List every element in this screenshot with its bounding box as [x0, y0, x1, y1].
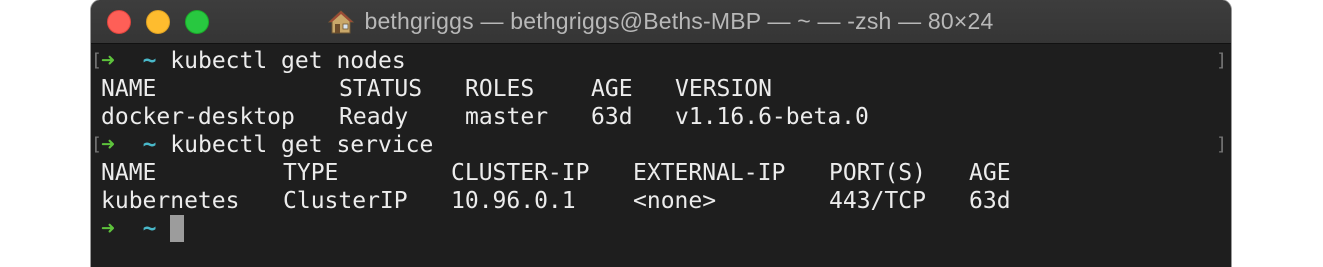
table-header-row: NAME TYPE CLUSTER-IP EXTERNAL-IP PORT(S)… [101, 159, 1201, 187]
table-cell: master [465, 104, 549, 130]
command-text: kubectl get nodes [170, 48, 406, 74]
title-bar[interactable]: bethgriggs — bethgriggs@Beths-MBP — ~ — … [91, 0, 1231, 44]
column-header: NAME [101, 76, 157, 102]
column-header: ROLES [465, 76, 535, 102]
line-mark-right: ] [1216, 134, 1227, 155]
home-icon [328, 9, 355, 33]
command-text: kubectl get service [170, 132, 434, 158]
column-header: STATUS [339, 76, 423, 102]
table-cell: v1.16.6-beta.0 [675, 104, 869, 130]
column-header: VERSION [675, 76, 772, 102]
table-cell: 63d [969, 188, 1011, 214]
window-title: bethgriggs — bethgriggs@Beths-MBP — ~ — … [364, 8, 994, 34]
table-cell: Ready [339, 104, 409, 130]
table-header-row: NAME STATUS ROLES AGE VERSION [101, 75, 1201, 103]
prompt-directory: ~ [142, 216, 157, 242]
window-title-area: bethgriggs — bethgriggs@Beths-MBP — ~ — … [91, 0, 1231, 43]
prompt-line: ➜ ~ kubectl get service [101, 131, 433, 159]
column-header: PORT(S) [829, 160, 926, 186]
column-header: AGE [969, 160, 1011, 186]
table-cell: 10.96.0.1 [451, 188, 576, 214]
table-cell: <none> [633, 188, 717, 214]
table-cell: docker-desktop [101, 104, 295, 130]
table-row: docker-desktop Ready master 63d v1.16.6-… [101, 103, 1201, 131]
column-header: NAME [101, 160, 157, 186]
prompt-line: ➜ ~ kubectl get nodes [101, 47, 406, 75]
table-cell: kubernetes [101, 188, 240, 214]
text-cursor [170, 215, 185, 242]
column-header: AGE [591, 76, 633, 102]
table-row: kubernetes ClusterIP 10.96.0.1 <none> 44… [101, 187, 1201, 215]
terminal-output[interactable]: [ ] ➜ ~ kubectl get nodes NAME STATUS RO… [91, 44, 1231, 267]
current-prompt-line[interactable]: ➜ ~ [101, 215, 185, 243]
table-cell: 443/TCP [829, 188, 926, 214]
prompt-directory: ~ [142, 48, 157, 74]
prompt-arrow-icon: ➜ [101, 48, 115, 74]
prompt-directory: ~ [142, 132, 157, 158]
column-header: CLUSTER-IP [451, 160, 590, 186]
column-header: EXTERNAL-IP [633, 160, 786, 186]
prompt-arrow-icon: ➜ [101, 216, 115, 242]
column-header: TYPE [283, 160, 339, 186]
terminal-window: bethgriggs — bethgriggs@Beths-MBP — ~ — … [91, 0, 1231, 267]
line-mark-right: ] [1216, 50, 1227, 71]
table-cell: 63d [591, 104, 633, 130]
prompt-arrow-icon: ➜ [101, 132, 115, 158]
table-cell: ClusterIP [283, 188, 408, 214]
